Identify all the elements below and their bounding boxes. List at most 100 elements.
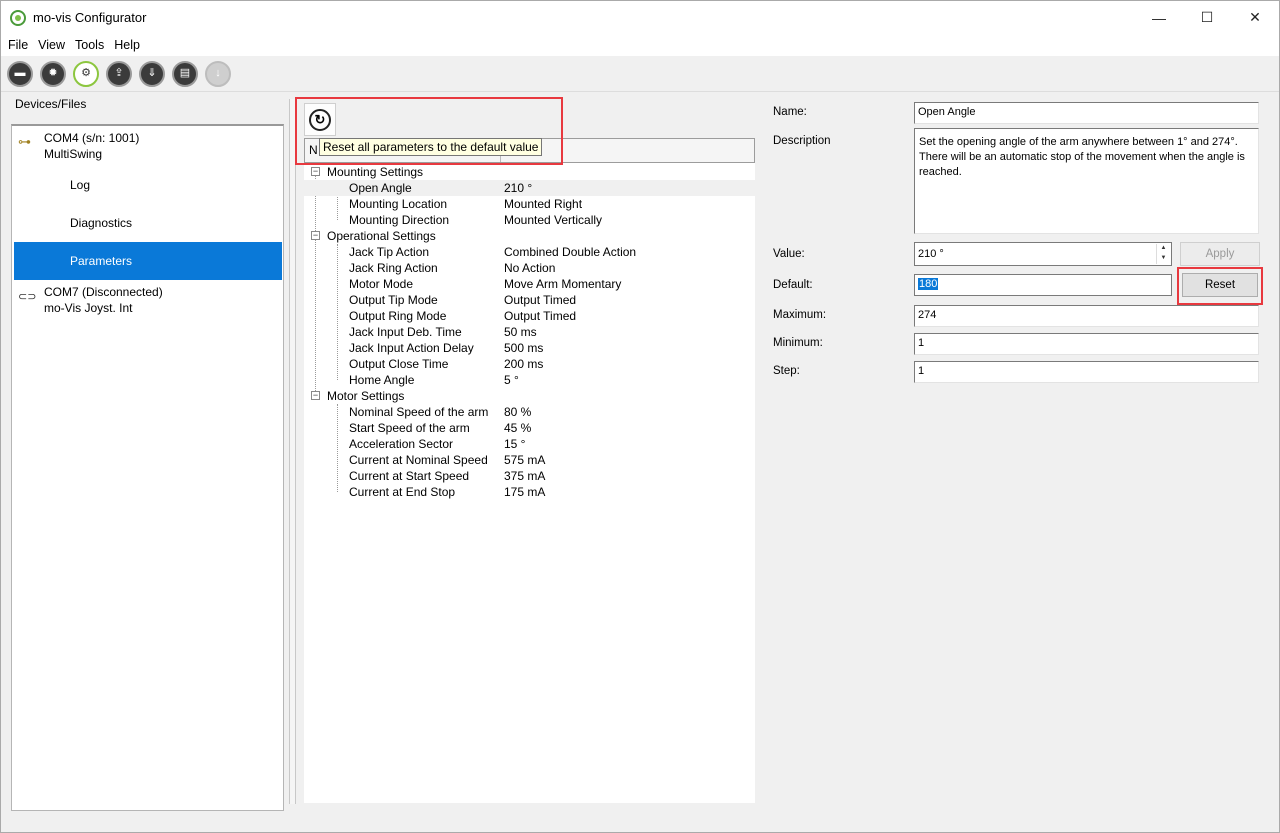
param-name: Current at End Stop xyxy=(349,485,456,499)
param-name: Output Tip Mode xyxy=(349,293,438,307)
subitem-parameters[interactable]: Parameters xyxy=(14,242,282,280)
param-value: 375 mA xyxy=(504,469,546,483)
param-row[interactable]: Jack Input Action Delay 500 ms xyxy=(304,340,755,356)
param-row[interactable]: Motor Mode Move Arm Momentary xyxy=(304,276,755,292)
open-folder-icon[interactable]: ▬ xyxy=(7,60,33,87)
menu-tools[interactable]: Tools xyxy=(70,38,109,52)
reset-icon: ↻ xyxy=(309,108,331,131)
param-name: Home Angle xyxy=(349,373,415,387)
param-name: Nominal Speed of the arm xyxy=(349,405,489,419)
param-name: Acceleration Sector xyxy=(349,437,454,451)
param-row[interactable]: Jack Input Deb. Time 50 ms xyxy=(304,324,755,340)
collapse-icon[interactable]: − xyxy=(311,391,320,400)
param-row[interactable]: Mounting Location Mounted Right xyxy=(304,196,755,212)
arrow-down-icon: ↓ xyxy=(205,60,231,87)
param-value: No Action xyxy=(504,261,556,275)
maximize-button[interactable]: ☐ xyxy=(1183,1,1231,34)
description-field[interactable]: Set the opening angle of the arm anywher… xyxy=(914,128,1259,234)
minimize-button[interactable]: — xyxy=(1135,1,1183,34)
param-value: 210 ° xyxy=(504,181,533,195)
param-row[interactable]: Home Angle 5 ° xyxy=(304,372,755,388)
subitem-diagnostics[interactable]: Diagnostics xyxy=(14,204,282,242)
param-row[interactable]: Open Angle 210 ° xyxy=(304,180,755,196)
step-label: Step: xyxy=(773,365,800,377)
param-row[interactable]: Output Tip Mode Output Timed xyxy=(304,292,755,308)
reset-button[interactable]: Reset xyxy=(1182,273,1258,297)
download-icon[interactable]: ⇓ xyxy=(139,60,165,87)
apply-button[interactable]: Apply xyxy=(1180,242,1260,266)
minimum-label: Minimum: xyxy=(773,337,823,349)
panel-splitter[interactable] xyxy=(289,99,296,804)
default-field[interactable]: 180 xyxy=(914,274,1172,296)
upload-icon[interactable]: ⇪ xyxy=(106,60,132,87)
param-value: Output Timed xyxy=(504,309,577,323)
document-icon[interactable]: ▤ xyxy=(172,60,198,87)
param-row[interactable]: Jack Tip Action Combined Double Action xyxy=(304,244,755,260)
device-com4[interactable]: ⊶ COM4 (s/n: 1001) MultiSwing xyxy=(12,130,283,162)
param-row[interactable]: Start Speed of the arm 45 % xyxy=(304,420,755,436)
window-title: mo-vis Configurator xyxy=(33,10,147,25)
param-value: Combined Double Action xyxy=(504,245,637,259)
param-name: Mounting Location xyxy=(349,197,448,211)
group-label: Operational Settings xyxy=(327,229,436,243)
param-value: 500 ms xyxy=(504,341,544,355)
app-window: mo-vis Configurator — ☐ ✕ File View Tool… xyxy=(0,0,1280,833)
menu-help[interactable]: Help xyxy=(109,38,145,52)
param-value: 15 ° xyxy=(504,437,526,451)
close-button[interactable]: ✕ xyxy=(1231,1,1279,34)
param-name: Jack Input Action Delay xyxy=(349,341,474,355)
param-row[interactable]: Output Ring Mode Output Timed xyxy=(304,308,755,324)
device-port-label: COM4 (s/n: 1001) xyxy=(44,131,140,145)
param-name: Open Angle xyxy=(349,181,412,195)
gears-icon[interactable]: ⚙ xyxy=(73,60,99,87)
param-row[interactable]: Acceleration Sector 15 ° xyxy=(304,436,755,452)
param-row[interactable]: Nominal Speed of the arm 80 % xyxy=(304,404,755,420)
app-logo-icon xyxy=(10,9,26,26)
collapse-icon[interactable]: − xyxy=(311,167,320,176)
description-label: Description xyxy=(773,135,831,147)
param-value: 80 % xyxy=(504,405,532,419)
link-broken-icon: ⊂⊃ xyxy=(18,291,37,303)
flame-icon[interactable]: ✹ xyxy=(40,60,66,87)
param-name: Current at Start Speed xyxy=(349,469,470,483)
param-name: Start Speed of the arm xyxy=(349,421,470,435)
param-value: Move Arm Momentary xyxy=(504,277,622,291)
name-field[interactable]: Open Angle xyxy=(914,102,1259,124)
value-spinner[interactable]: ▲ ▼ xyxy=(1156,244,1170,264)
devices-files-label: Devices/Files xyxy=(15,97,87,111)
spin-down-icon[interactable]: ▼ xyxy=(1157,254,1170,264)
group-label: Motor Settings xyxy=(327,389,405,403)
group-label: Mounting Settings xyxy=(327,165,424,179)
device-com7[interactable]: ⊂⊃ COM7 (Disconnected) mo-Vis Joyst. Int xyxy=(12,284,283,316)
toolbar: ▬ ✹ ⚙ ⇪ ⇓ ▤ ↓ xyxy=(1,56,1279,92)
value-label: Value: xyxy=(773,248,805,260)
param-name: Output Ring Mode xyxy=(349,309,447,323)
window-controls: — ☐ ✕ xyxy=(1135,1,1279,34)
param-row[interactable]: Current at Nominal Speed 575 mA xyxy=(304,452,755,468)
minimum-field[interactable]: 1 xyxy=(914,333,1259,355)
param-row[interactable]: Mounting Direction Mounted Vertically xyxy=(304,212,755,228)
param-name: Output Close Time xyxy=(349,357,449,371)
param-value: Mounted Right xyxy=(504,197,583,211)
param-value: 175 mA xyxy=(504,485,546,499)
maximum-field[interactable]: 274 xyxy=(914,305,1259,327)
param-value: Mounted Vertically xyxy=(504,213,603,227)
param-row[interactable]: Jack Ring Action No Action xyxy=(304,260,755,276)
menu-view[interactable]: View xyxy=(33,38,70,52)
reset-all-button[interactable]: ↻ xyxy=(304,103,336,136)
devices-tree: ⊶ COM4 (s/n: 1001) MultiSwing Log Diagno… xyxy=(11,124,284,811)
param-row[interactable]: Current at End Stop 175 mA xyxy=(304,484,755,500)
param-value: 5 ° xyxy=(504,373,519,387)
reset-all-tooltip: Reset all parameters to the default valu… xyxy=(319,138,543,156)
step-field[interactable]: 1 xyxy=(914,361,1259,383)
param-row[interactable]: Current at Start Speed 375 mA xyxy=(304,468,755,484)
spin-up-icon[interactable]: ▲ xyxy=(1157,244,1170,254)
collapse-icon[interactable]: − xyxy=(311,231,320,240)
param-value: 200 ms xyxy=(504,357,544,371)
device-model-label: MultiSwing xyxy=(44,147,103,161)
param-row[interactable]: Output Close Time 200 ms xyxy=(304,356,755,372)
subitem-log[interactable]: Log xyxy=(14,166,282,204)
param-value: 575 mA xyxy=(504,453,546,467)
value-input[interactable]: 210 ° ▲ ▼ xyxy=(914,242,1172,266)
menu-file[interactable]: File xyxy=(3,38,33,52)
